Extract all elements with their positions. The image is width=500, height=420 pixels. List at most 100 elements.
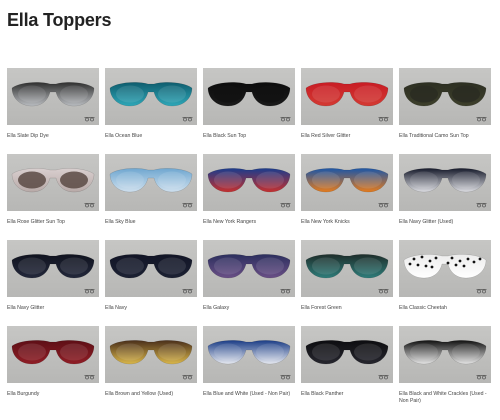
brand-logo-icon bbox=[182, 289, 193, 294]
brand-logo-icon bbox=[476, 117, 487, 122]
glasses-frame-icon bbox=[109, 168, 193, 193]
product-card[interactable]: Ella Navy Glitter (Used) bbox=[399, 154, 491, 240]
glasses-frame-icon bbox=[207, 82, 291, 107]
product-name[interactable]: Ella Traditional Camo Sun Top bbox=[399, 133, 491, 140]
brand-logo-icon bbox=[84, 289, 95, 294]
product-image[interactable] bbox=[7, 240, 99, 297]
glasses-frame-icon bbox=[109, 82, 193, 107]
product-image[interactable] bbox=[301, 154, 393, 211]
glasses-frame-icon bbox=[109, 254, 193, 279]
product-card[interactable]: Ella Traditional Camo Sun Top bbox=[399, 68, 491, 154]
product-card[interactable]: Ella Black Sun Top bbox=[203, 68, 295, 154]
product-name[interactable]: Ella Black Sun Top bbox=[203, 133, 295, 140]
product-name[interactable]: Ella Rose Glitter Sun Top bbox=[7, 219, 99, 226]
product-card[interactable]: Ella Red Silver Glitter bbox=[301, 68, 393, 154]
product-name[interactable]: Ella New York Knicks bbox=[301, 219, 393, 226]
product-image[interactable] bbox=[7, 154, 99, 211]
brand-logo-icon bbox=[182, 117, 193, 122]
brand-logo-icon bbox=[84, 203, 95, 208]
glasses-frame-icon bbox=[207, 168, 291, 193]
glasses-frame-icon bbox=[305, 340, 389, 365]
product-image[interactable] bbox=[399, 326, 491, 383]
product-name[interactable]: Ella Blue and White (Used - Non Pair) bbox=[203, 391, 295, 398]
product-image[interactable] bbox=[7, 326, 99, 383]
brand-logo-icon bbox=[378, 203, 389, 208]
brand-logo-icon bbox=[476, 289, 487, 294]
product-card[interactable]: Ella Sky Blue bbox=[105, 154, 197, 240]
product-image[interactable] bbox=[301, 68, 393, 125]
glasses-frame-icon bbox=[11, 340, 95, 365]
product-name[interactable]: Ella Burgundy bbox=[7, 391, 99, 398]
product-card[interactable]: Ella Galaxy bbox=[203, 240, 295, 326]
product-card[interactable]: Ella Classic Cheetah bbox=[399, 240, 491, 326]
product-name[interactable]: Ella Classic Cheetah bbox=[399, 305, 491, 312]
glasses-frame-icon bbox=[305, 254, 389, 279]
brand-logo-icon bbox=[476, 375, 487, 380]
brand-logo-icon bbox=[378, 375, 389, 380]
product-name[interactable]: Ella Navy Glitter (Used) bbox=[399, 219, 491, 226]
product-grid: Ella Slate Dip Dye Ella Ocean Blue Ella … bbox=[7, 68, 491, 412]
glasses-frame-icon bbox=[207, 340, 291, 365]
product-image[interactable] bbox=[399, 240, 491, 297]
brand-logo-icon bbox=[378, 289, 389, 294]
glasses-frame-icon bbox=[207, 254, 291, 279]
product-card[interactable]: Ella Forest Green bbox=[301, 240, 393, 326]
brand-logo-icon bbox=[182, 203, 193, 208]
product-name[interactable]: Ella Sky Blue bbox=[105, 219, 197, 226]
product-card[interactable]: Ella Rose Glitter Sun Top bbox=[7, 154, 99, 240]
product-name[interactable]: Ella Ocean Blue bbox=[105, 133, 197, 140]
product-image[interactable] bbox=[203, 154, 295, 211]
product-card[interactable]: Ella Black and White Crackles (Used - No… bbox=[399, 326, 491, 412]
brand-logo-icon bbox=[182, 375, 193, 380]
product-image[interactable] bbox=[105, 326, 197, 383]
product-card[interactable]: Ella New York Knicks bbox=[301, 154, 393, 240]
product-image[interactable] bbox=[301, 240, 393, 297]
glasses-frame-icon bbox=[109, 340, 193, 365]
glasses-frame-icon bbox=[403, 340, 487, 365]
brand-logo-icon bbox=[84, 375, 95, 380]
product-card[interactable]: Ella Slate Dip Dye bbox=[7, 68, 99, 154]
page-title: Ella Toppers bbox=[7, 10, 112, 30]
product-card[interactable]: Ella Navy bbox=[105, 240, 197, 326]
product-image[interactable] bbox=[105, 154, 197, 211]
glasses-frame-icon bbox=[11, 254, 95, 279]
brand-logo-icon bbox=[476, 203, 487, 208]
product-image[interactable] bbox=[7, 68, 99, 125]
product-image[interactable] bbox=[399, 154, 491, 211]
product-card[interactable]: Ella New York Rangers bbox=[203, 154, 295, 240]
product-card[interactable]: Ella Black Panther bbox=[301, 326, 393, 412]
product-image[interactable] bbox=[301, 326, 393, 383]
glasses-frame-icon bbox=[11, 82, 95, 107]
product-name[interactable]: Ella Red Silver Glitter bbox=[301, 133, 393, 140]
glasses-frame-icon bbox=[305, 82, 389, 107]
product-name[interactable]: Ella New York Rangers bbox=[203, 219, 295, 226]
product-name[interactable]: Ella Black Panther bbox=[301, 391, 393, 398]
product-name[interactable]: Ella Black and White Crackles (Used - No… bbox=[399, 391, 491, 404]
brand-logo-icon bbox=[280, 203, 291, 208]
product-name[interactable]: Ella Forest Green bbox=[301, 305, 393, 312]
glasses-frame-icon bbox=[403, 254, 487, 279]
product-image[interactable] bbox=[399, 68, 491, 125]
brand-logo-icon bbox=[378, 117, 389, 122]
product-card[interactable]: Ella Blue and White (Used - Non Pair) bbox=[203, 326, 295, 412]
glasses-frame-icon bbox=[305, 168, 389, 193]
product-image[interactable] bbox=[203, 240, 295, 297]
product-name[interactable]: Ella Galaxy bbox=[203, 305, 295, 312]
brand-logo-icon bbox=[280, 117, 291, 122]
product-card[interactable]: Ella Burgundy bbox=[7, 326, 99, 412]
product-card[interactable]: Ella Ocean Blue bbox=[105, 68, 197, 154]
product-card[interactable]: Ella Brown and Yellow (Used) bbox=[105, 326, 197, 412]
product-image[interactable] bbox=[203, 68, 295, 125]
product-card[interactable]: Ella Navy Glitter bbox=[7, 240, 99, 326]
glasses-frame-icon bbox=[403, 168, 487, 193]
product-name[interactable]: Ella Navy Glitter bbox=[7, 305, 99, 312]
glasses-frame-icon bbox=[11, 168, 95, 193]
brand-logo-icon bbox=[280, 375, 291, 380]
product-image[interactable] bbox=[203, 326, 295, 383]
product-name[interactable]: Ella Slate Dip Dye bbox=[7, 133, 99, 140]
product-image[interactable] bbox=[105, 240, 197, 297]
brand-logo-icon bbox=[84, 117, 95, 122]
product-name[interactable]: Ella Navy bbox=[105, 305, 197, 312]
product-name[interactable]: Ella Brown and Yellow (Used) bbox=[105, 391, 197, 398]
product-image[interactable] bbox=[105, 68, 197, 125]
